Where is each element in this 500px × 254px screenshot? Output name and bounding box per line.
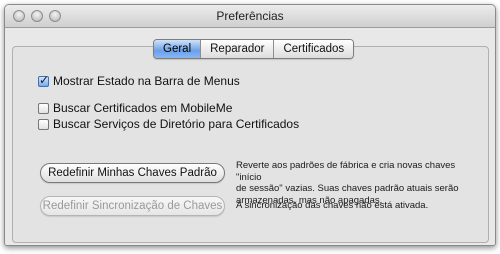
checkbox-directory-services[interactable]: [38, 118, 49, 130]
tab-reparador[interactable]: Reparador: [200, 40, 274, 58]
preferences-window: Preferências Geral Reparador Certificado…: [4, 4, 496, 246]
sync-status-description: A sincronização das chaves não está ativ…: [236, 200, 429, 211]
tab-geral[interactable]: Geral: [154, 40, 201, 58]
checkbox-mobileme-certificates[interactable]: [38, 102, 49, 114]
option-label: Buscar Serviços de Diretório para Certif…: [53, 117, 300, 131]
option-show-menu-status[interactable]: ✓ Mostrar Estado na Barra de Menus: [38, 72, 240, 88]
title-bar[interactable]: Preferências: [5, 5, 495, 28]
content-area: Geral Reparador Certificados ✓ Mostrar E…: [5, 28, 495, 245]
option-directory-services[interactable]: Buscar Serviços de Diretório para Certif…: [38, 117, 299, 131]
checkmark-icon: ✓: [39, 72, 50, 87]
checkbox-show-menu-status[interactable]: ✓: [38, 72, 50, 87]
tab-certificados[interactable]: Certificados: [273, 40, 354, 58]
option-mobileme-certificates[interactable]: Buscar Certificados em MobileMe: [38, 101, 232, 115]
tab-bar: Geral Reparador Certificados: [153, 39, 355, 59]
reset-keychain-sync-button[interactable]: Redefinir Sincronização de Chaves: [40, 196, 225, 216]
reset-default-keychains-button[interactable]: Redefinir Minhas Chaves Padrão: [40, 163, 225, 183]
option-label: Buscar Certificados em MobileMe: [53, 101, 233, 115]
window-title: Preferências: [216, 9, 284, 23]
option-label: Mostrar Estado na Barra de Menus: [53, 74, 240, 88]
